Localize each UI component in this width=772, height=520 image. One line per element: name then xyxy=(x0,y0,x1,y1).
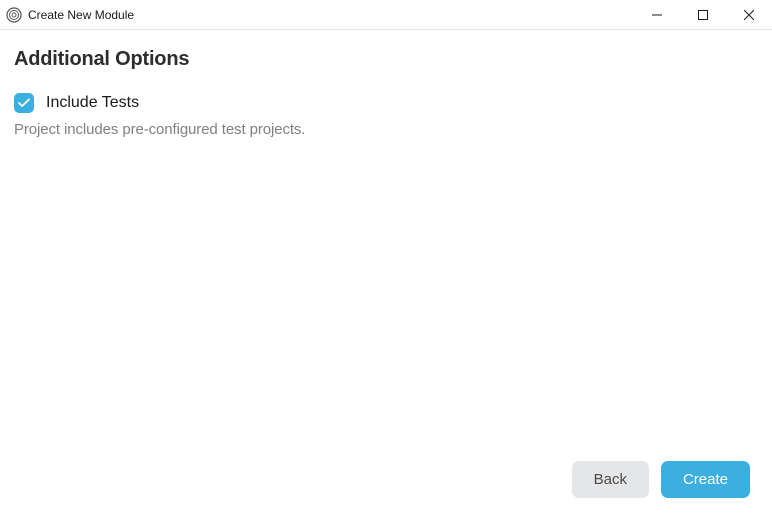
include-tests-label: Include Tests xyxy=(46,94,139,112)
window-title: Create New Module xyxy=(28,8,134,22)
titlebar: Create New Module xyxy=(0,0,772,30)
window-controls xyxy=(634,0,772,29)
back-button[interactable]: Back xyxy=(572,461,649,498)
page-title: Additional Options xyxy=(14,48,758,71)
create-button[interactable]: Create xyxy=(661,461,750,498)
include-tests-description: Project includes pre-configured test pro… xyxy=(14,121,758,138)
checkmark-icon xyxy=(18,98,30,108)
include-tests-option: Include Tests xyxy=(14,93,758,113)
include-tests-checkbox[interactable] xyxy=(14,93,34,113)
app-icon xyxy=(6,7,22,23)
content-area: Additional Options Include Tests Project… xyxy=(0,30,772,156)
close-button[interactable] xyxy=(726,0,772,30)
titlebar-left: Create New Module xyxy=(6,7,134,23)
dialog-footer: Back Create xyxy=(572,461,750,498)
minimize-button[interactable] xyxy=(634,0,680,30)
maximize-button[interactable] xyxy=(680,0,726,30)
